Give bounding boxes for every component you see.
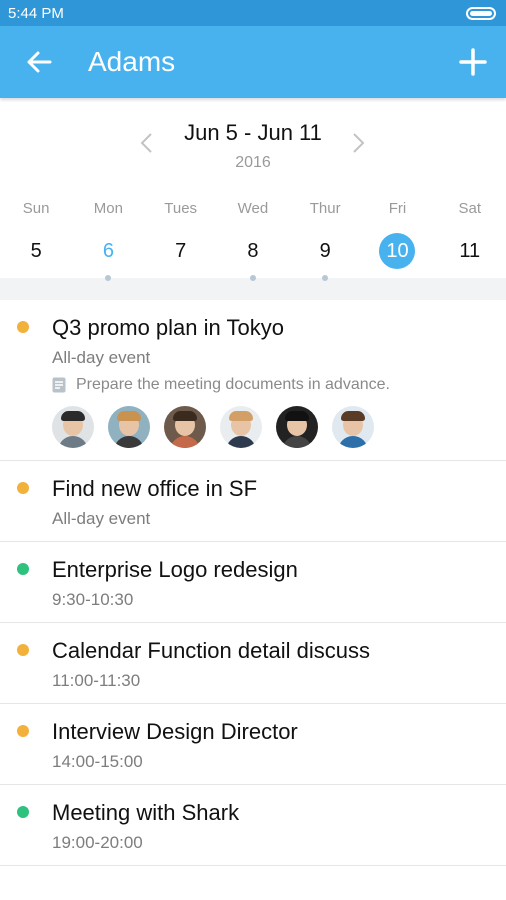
day-number: 10 bbox=[379, 233, 416, 269]
day-name: Fri bbox=[388, 200, 407, 217]
day-name: Wed bbox=[237, 200, 269, 217]
divider bbox=[0, 278, 506, 300]
avatar[interactable] bbox=[276, 406, 318, 448]
day-number: 5 bbox=[30, 240, 42, 262]
event-title: Find new office in SF bbox=[52, 476, 258, 501]
chevron-left-icon[interactable] bbox=[138, 132, 156, 154]
day-name: Sun bbox=[22, 200, 50, 217]
event-color-dot bbox=[17, 482, 29, 494]
avatar-hair bbox=[341, 411, 365, 421]
page-title: Adams bbox=[88, 46, 176, 77]
event-item[interactable]: Q3 promo plan in Tokyo All-day event Prepa… bbox=[0, 300, 506, 461]
day-number: 6 bbox=[102, 240, 114, 262]
event-time: 14:00-15:00 bbox=[52, 752, 143, 771]
event-color-dot bbox=[17, 563, 29, 575]
avatar-hair bbox=[117, 411, 141, 421]
chevron-right-icon[interactable] bbox=[349, 132, 367, 154]
week-days: Sun 5 Mon 6 Tues 7 Wed 8 Thur 9 Fri 10 Sat 11 bbox=[0, 192, 506, 281]
day-number: 11 bbox=[459, 240, 481, 262]
event-note-text: Prepare the meeting documents in advance… bbox=[76, 376, 390, 393]
avatar-shirt bbox=[58, 436, 88, 448]
event-title: Meeting with Shark bbox=[52, 800, 240, 825]
event-time: 19:00-20:00 bbox=[52, 833, 143, 852]
app-bar: Adams bbox=[0, 26, 506, 98]
plus-icon bbox=[459, 48, 487, 76]
event-time: 9:30-10:30 bbox=[52, 590, 134, 609]
day-name: Mon bbox=[93, 200, 123, 217]
avatar-hair bbox=[61, 411, 85, 421]
status-time: 5:44 PM bbox=[8, 4, 64, 22]
avatar-hair bbox=[173, 411, 197, 421]
avatar-hair bbox=[285, 411, 309, 421]
day-name: Thur bbox=[309, 200, 341, 217]
week-header: Jun 5 - Jun 11 2016 bbox=[0, 98, 506, 172]
day-cell[interactable]: Sun 5 bbox=[0, 192, 72, 280]
avatar-shirt bbox=[170, 436, 200, 448]
event-note: Prepare the meeting documents in advance… bbox=[52, 376, 506, 394]
add-event-button[interactable] bbox=[458, 47, 488, 77]
avatar[interactable] bbox=[164, 406, 206, 448]
avatar[interactable] bbox=[332, 406, 374, 448]
avatar[interactable] bbox=[220, 406, 262, 448]
week-range: Jun 5 - Jun 11 bbox=[184, 120, 322, 145]
avatar[interactable] bbox=[108, 406, 150, 448]
day-name: Sat bbox=[458, 200, 481, 217]
event-item[interactable]: Interview Design Director 14:00-15:00 bbox=[0, 704, 506, 785]
week-year: 2016 bbox=[235, 154, 271, 171]
event-item[interactable]: Meeting with Shark 19:00-20:00 bbox=[0, 785, 506, 866]
attendee-avatars bbox=[52, 406, 506, 448]
event-title: Calendar Function detail discuss bbox=[52, 638, 370, 663]
avatar-shirt bbox=[114, 436, 144, 448]
event-time: 11:00-11:30 bbox=[52, 671, 141, 690]
event-color-dot bbox=[17, 806, 29, 818]
day-cell[interactable]: Thur 9 bbox=[289, 192, 361, 281]
avatar-shirt bbox=[226, 436, 256, 448]
event-list: Q3 promo plan in Tokyo All-day event Prepa… bbox=[0, 300, 506, 866]
event-title: Interview Design Director bbox=[52, 719, 298, 744]
event-item[interactable]: Enterprise Logo redesign 9:30-10:30 bbox=[0, 542, 506, 623]
status-bar: 5:44 PM bbox=[0, 0, 506, 26]
event-item[interactable]: Calendar Function detail discuss 11:00-11… bbox=[0, 623, 506, 704]
arrow-left-icon bbox=[27, 51, 52, 73]
back-button[interactable] bbox=[24, 47, 54, 77]
day-cell[interactable]: Sat 11 bbox=[434, 192, 506, 280]
event-time: All-day event bbox=[52, 348, 151, 367]
day-number: 7 bbox=[175, 240, 187, 262]
day-number: 9 bbox=[319, 240, 331, 262]
day-cell[interactable]: Fri 10 bbox=[361, 192, 433, 280]
event-item[interactable]: Find new office in SF All-day event bbox=[0, 461, 506, 542]
avatar-shirt bbox=[282, 436, 312, 448]
avatar-shirt bbox=[338, 436, 368, 448]
event-color-dot bbox=[17, 321, 29, 333]
day-cell[interactable]: Tues 7 bbox=[145, 192, 217, 280]
event-time: All-day event bbox=[52, 509, 151, 528]
avatar[interactable] bbox=[52, 406, 94, 448]
day-name: Tues bbox=[164, 200, 198, 217]
day-cell[interactable]: Wed 8 bbox=[217, 192, 289, 281]
event-color-dot bbox=[17, 725, 29, 737]
battery-icon bbox=[466, 6, 496, 20]
event-title: Q3 promo plan in Tokyo bbox=[52, 315, 284, 340]
avatar-hair bbox=[229, 411, 253, 421]
event-title: Enterprise Logo redesign bbox=[52, 557, 298, 582]
note-icon bbox=[52, 377, 66, 393]
event-indicator-dot bbox=[249, 275, 256, 281]
day-cell[interactable]: Mon 6 bbox=[72, 192, 144, 281]
event-color-dot bbox=[17, 644, 29, 656]
day-number: 8 bbox=[247, 240, 259, 262]
